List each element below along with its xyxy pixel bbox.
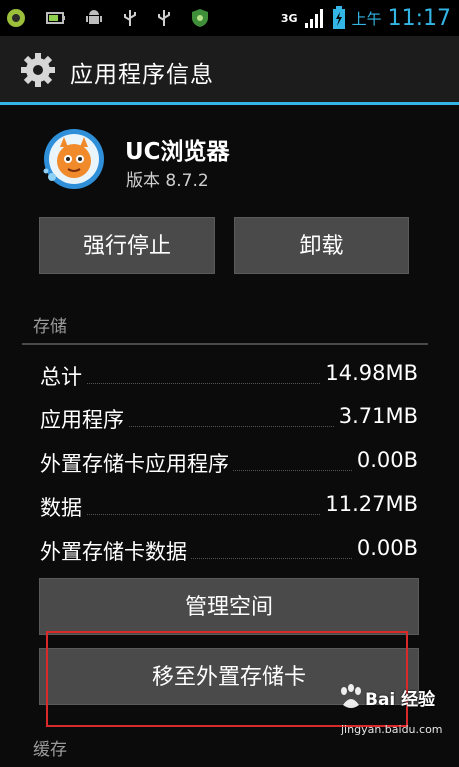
watermark-brand: Bai 经验 <box>365 690 436 710</box>
watermark-url: jingyan.baidu.com <box>341 723 443 736</box>
storage-row-total: 总计 14.98MB <box>40 361 418 391</box>
storage-row-value: 0.00B <box>352 536 418 560</box>
storage-section-divider <box>22 343 428 345</box>
page-title: 应用程序信息 <box>70 62 214 88</box>
android-debug-icon <box>86 10 102 24</box>
action-bar: 应用程序信息 <box>0 36 459 104</box>
clock: 11:17 <box>387 5 451 31</box>
uc-browser-squirrel-icon <box>43 129 104 189</box>
usb-icon <box>158 10 170 26</box>
app-version: 版本 8.7.2 <box>126 171 209 191</box>
baidu-jingyan-watermark: Bai 经验 jingyan.baidu.com <box>335 683 455 743</box>
storage-row-value: 11.27MB <box>321 492 418 516</box>
storage-row-value: 14.98MB <box>321 361 418 385</box>
storage-row-data: 数据 11.27MB <box>40 492 418 522</box>
storage-section-title: 存储 <box>33 317 67 337</box>
storage-row-label: 外置存储卡应用程序 <box>40 448 233 478</box>
app-name: UC浏览器 <box>125 139 230 165</box>
usb-icon <box>124 10 136 26</box>
shield-icon <box>192 9 208 27</box>
storage-row-value: 0.00B <box>352 448 418 472</box>
storage-row-application: 应用程序 3.71MB <box>40 404 418 434</box>
storage-row-sd-data: 外置存储卡数据 0.00B <box>40 536 418 566</box>
manage-space-button[interactable]: 管理空间 <box>39 578 419 635</box>
storage-row-label: 总计 <box>40 361 86 391</box>
storage-row-value: 3.71MB <box>334 404 418 428</box>
baidu-paw-icon <box>341 684 361 708</box>
status-bar: 3G 上午 11:17 <box>0 0 459 36</box>
storage-row-label: 数据 <box>40 492 86 522</box>
battery-charging-icon <box>332 6 345 29</box>
gear-icon[interactable] <box>20 52 56 88</box>
signal-strength-icon <box>304 9 323 28</box>
action-bar-divider <box>0 102 459 105</box>
uninstall-button[interactable]: 卸载 <box>234 217 409 274</box>
cache-section-title: 缓存 <box>33 740 67 760</box>
storage-row-label: 外置存储卡数据 <box>40 536 191 566</box>
force-stop-button[interactable]: 强行停止 <box>39 217 215 274</box>
am-pm-indicator: 上午 <box>351 9 382 28</box>
storage-row-label: 应用程序 <box>40 404 128 434</box>
storage-row-sd-application: 外置存储卡应用程序 0.00B <box>40 448 418 478</box>
network-type: 3G <box>280 11 298 25</box>
battery-notification-icon <box>46 12 65 24</box>
smiley-notification-icon <box>7 9 25 27</box>
